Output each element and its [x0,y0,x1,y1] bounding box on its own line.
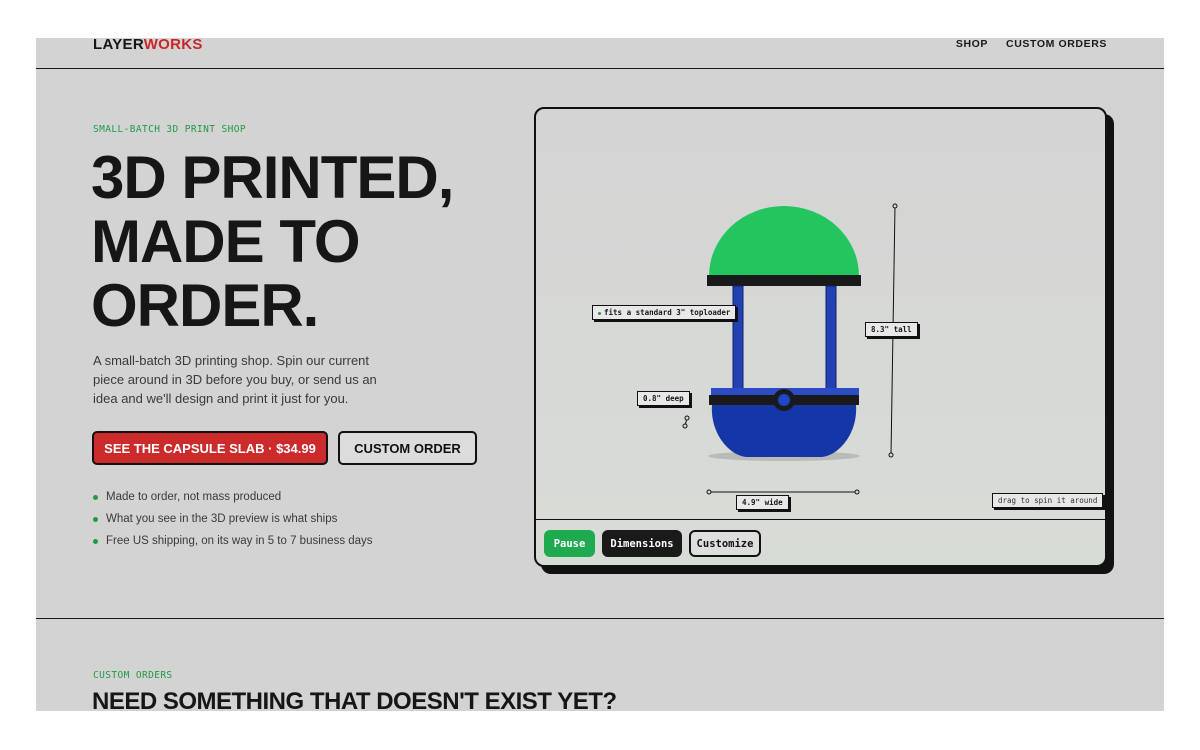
drag-hint: drag to spin it around [992,493,1104,508]
hero-title-line: 3D PRINTED, [91,144,454,211]
top-navigation-bar: LAYERWORKS SHOP CUSTOM ORDERS [36,38,1164,69]
model-dome [709,206,859,276]
width-dimension-endpoint [854,489,860,495]
custom-orders-title: NEED SOMETHING THAT DOESN'T EXIST YET? [92,688,617,711]
viewer-controls: Pause Dimensions Customize [536,519,1105,565]
model-pillar-left [732,285,744,394]
section-divider [36,618,1164,619]
hero-eyebrow: SMALL-BATCH 3D PRINT SHOP [93,124,246,135]
depth-dimension-endpoint [682,423,688,429]
feature-text: Free US shipping, on its way in 5 to 7 b… [106,535,373,547]
dimensions-button[interactable]: Dimensions [602,530,682,557]
page: LAYERWORKS SHOP CUSTOM ORDERS SMALL-BATC… [36,38,1164,711]
hero-description: A small-batch 3D printing shop. Spin our… [93,353,377,406]
nav-link-custom-orders[interactable]: CUSTOM ORDERS [1006,38,1107,50]
bullet-dot-icon [93,539,98,544]
width-annotation: 4.9" wide [736,495,789,510]
model-pillar-right [825,285,837,394]
feature-text: Made to order, not mass produced [106,491,282,503]
viewer-canvas[interactable]: fits a standard 3" toploader 8.3" tall 0… [536,109,1105,519]
toploader-annotation: fits a standard 3" toploader [592,305,737,320]
list-item: What you see in the 3D preview is what s… [93,512,373,534]
model-top-band [707,275,861,286]
custom-order-button[interactable]: CUSTOM ORDER [338,431,477,465]
brand-logo[interactable]: LAYERWORKS [93,38,203,53]
annotation-dot-icon [598,311,601,315]
hero-title: 3D PRINTED, MADE TO ORDER. [91,146,511,338]
depth-dimension-endpoint [684,415,690,421]
feature-list: Made to order, not mass produced What yo… [93,490,373,556]
list-item: Free US shipping, on its way in 5 to 7 b… [93,534,373,556]
height-annotation: 8.3" tall [865,322,918,337]
list-item: Made to order, not mass produced [93,490,373,512]
main-nav: SHOP CUSTOM ORDERS [956,38,1107,50]
bullet-dot-icon [93,495,98,500]
product-3d-viewer: fits a standard 3" toploader 8.3" tall 0… [534,107,1107,567]
hero-title-line: ORDER. [91,272,319,339]
custom-orders-eyebrow: CUSTOM ORDERS [93,670,173,681]
width-dimension-endpoint [706,489,712,495]
model-base [711,405,857,457]
bullet-dot-icon [93,517,98,522]
feature-text: What you see in the 3D preview is what s… [106,513,338,525]
customize-button[interactable]: Customize [689,530,761,557]
logo-text-layer: LAYER [93,38,144,53]
nav-link-shop[interactable]: SHOP [956,38,988,50]
pause-button[interactable]: Pause [544,530,595,557]
hero-title-line: MADE TO [91,208,361,275]
toploader-annotation-text: fits a standard 3" toploader [604,308,731,317]
see-capsule-slab-button[interactable]: SEE THE CAPSULE SLAB · $34.99 [92,431,328,465]
logo-text-works: WORKS [143,38,203,53]
height-dimension-endpoint [888,452,894,458]
depth-annotation: 0.8" deep [637,391,690,406]
model-center-button-inner [778,394,790,406]
height-dimension-endpoint [892,203,898,209]
